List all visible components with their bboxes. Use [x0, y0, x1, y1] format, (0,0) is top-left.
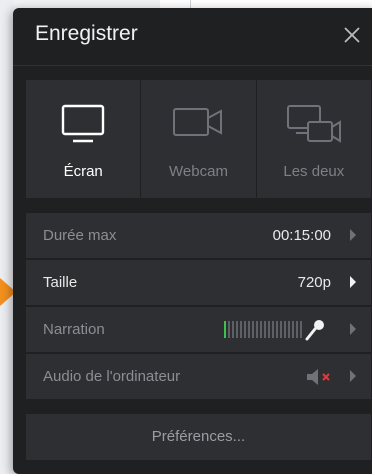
- close-icon[interactable]: [339, 22, 365, 48]
- max-duration-label: Durée max: [43, 227, 117, 244]
- record-panel: Enregistrer Écran Webcam Les deux Durée …: [13, 8, 372, 474]
- computer-audio-label: Audio de l'ordinateur: [43, 368, 181, 385]
- mode-webcam-label: Webcam: [169, 163, 228, 180]
- background-left-strip: [0, 0, 14, 474]
- panel-title: Enregistrer: [35, 22, 138, 45]
- size-label: Taille: [43, 274, 78, 291]
- narration-label: Narration: [43, 321, 105, 338]
- narration-row[interactable]: Narration: [26, 307, 371, 352]
- size-row[interactable]: Taille 720p: [26, 260, 371, 305]
- screen-and-webcam-icon: [286, 105, 341, 143]
- size-value: 720p: [297, 274, 331, 291]
- microphone-icon[interactable]: [305, 319, 325, 341]
- mode-both-label: Les deux: [283, 163, 345, 180]
- preferences-button[interactable]: Préférences...: [26, 414, 371, 460]
- capture-mode-selector: Écran Webcam Les deux: [26, 80, 371, 198]
- audio-level-meter: [224, 321, 302, 338]
- mode-webcam-button[interactable]: Webcam: [141, 80, 256, 198]
- chevron-right-icon: [350, 276, 356, 288]
- chevron-right-icon: [350, 370, 356, 382]
- webcam-icon: [173, 108, 223, 136]
- computer-audio-row[interactable]: Audio de l'ordinateur: [26, 354, 371, 399]
- max-duration-row[interactable]: Durée max 00:15:00: [26, 213, 371, 258]
- max-duration-value: 00:15:00: [272, 227, 331, 244]
- settings-list: Durée max 00:15:00 Taille 720p Narration: [26, 213, 371, 401]
- mode-both-button[interactable]: Les deux: [256, 80, 371, 198]
- mode-screen-button[interactable]: Écran: [26, 80, 141, 198]
- chevron-right-icon: [350, 323, 356, 335]
- panel-header: Enregistrer: [13, 8, 372, 66]
- speaker-muted-icon[interactable]: [306, 368, 334, 386]
- mode-screen-label: Écran: [63, 163, 103, 180]
- monitor-icon: [61, 104, 105, 143]
- chevron-right-icon: [350, 229, 356, 241]
